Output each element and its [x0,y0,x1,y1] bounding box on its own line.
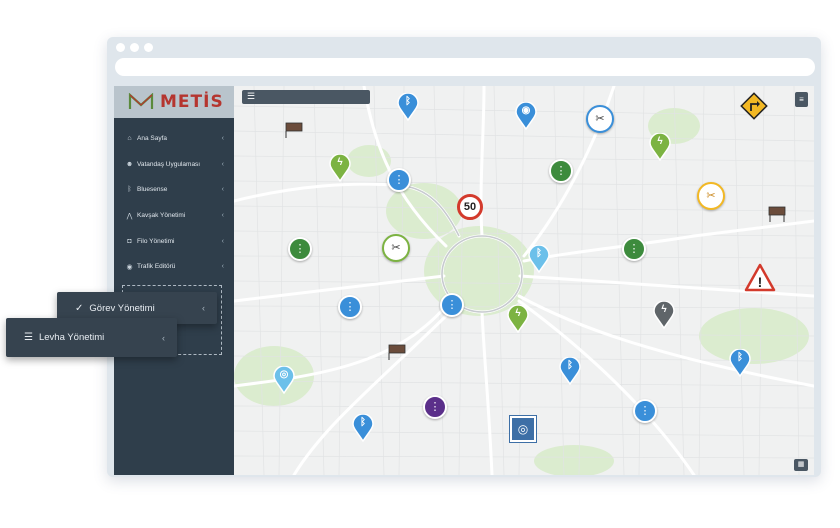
traffic-light-marker[interactable]: ⋮ [423,395,447,419]
bluetooth-marker[interactable]: ᛒ [528,245,550,273]
chevron-left-icon: ‹ [162,332,165,343]
camera-marker[interactable]: ◎ [509,415,537,443]
lightning-bolt-icon: ϟ [657,136,663,147]
traffic-light-marker[interactable]: ⋮ [633,399,657,423]
road-icon: ⋀ [126,212,133,220]
traffic-light-marker[interactable]: ⋮ [622,237,646,261]
sidebar: METİS ⌂ Ana Sayfa ‹ ☻ Vatandaş Uygulamas… [114,86,234,475]
traffic-editor-icon: ◉ [126,263,133,271]
chevron-left-icon: ‹ [202,303,205,313]
sidebar-item-bluesense[interactable]: ᛒ Bluesense ‹ [114,177,234,203]
layers-button[interactable]: ≡ [795,92,808,107]
charging-marker[interactable]: ϟ [329,154,351,182]
hamburger-menu-icon: ☰ [247,91,256,101]
chevron-left-icon: ‹ [221,263,224,271]
billboard-icon[interactable] [767,206,787,222]
check-circle-icon: ✓ [75,302,84,314]
sidebar-item-filo[interactable]: ◘ Filo Yönetimi ‹ [114,228,234,254]
sidebar-item-kavsak[interactable]: ⋀ Kavşak Yönetimi ‹ [114,203,234,229]
list-icon: ☰ [24,332,33,343]
bluetooth-icon: ᛒ [737,352,743,363]
sidebar-item-label: Kavşak Yönetimi [137,212,186,220]
home-icon: ⌂ [127,135,132,143]
warning-sign-icon[interactable]: ! [744,263,776,292]
billboard-icon[interactable] [284,122,304,138]
charging-marker[interactable]: ϟ [507,305,529,333]
eye-icon: ◉ [521,105,531,116]
window-dot[interactable] [144,43,153,52]
sidebar-item-ana-sayfa[interactable]: ⌂ Ana Sayfa ‹ [114,126,234,152]
traffic-light-marker[interactable]: ⋮ [338,295,362,319]
menu-item-levha-yonetimi[interactable]: ☰ Levha Yönetimi ‹ [6,318,177,357]
sidebar-menu: ⌂ Ana Sayfa ‹ ☻ Vatandaş Uygulaması ‹ ᛒ … [114,126,234,280]
traffic-light-marker[interactable]: ⋮ [549,159,573,183]
sidebar-item-trafik-editoru[interactable]: ◉ Trafik Editörü ‹ [114,254,234,280]
cctv-marker[interactable]: ◎ [273,366,295,394]
bluetooth-icon: ᛒ [567,360,573,371]
bluetooth-marker[interactable]: ᛒ [559,357,581,385]
bluetooth-icon: ᛒ [360,417,366,428]
roadwork-marker[interactable]: ✂ [382,234,410,262]
camera-view-marker[interactable]: ◉ [515,102,537,130]
sidebar-item-label: Bluesense [137,186,168,194]
map-grid-button[interactable]: ▦ [794,459,808,471]
menu-item-label: Görev Yönetimi [89,302,155,314]
chevron-left-icon: ‹ [221,212,224,220]
window-dot[interactable] [116,43,125,52]
speed-limit-sign[interactable]: 50 [457,194,483,220]
bluetooth-icon: ᛒ [127,186,132,194]
billboard-icon[interactable] [387,344,407,360]
metis-logo-icon [128,93,154,109]
map-menu-button[interactable]: ☰ [242,90,370,104]
traffic-light-marker[interactable]: ⋮ [288,237,312,261]
roadwork-marker[interactable]: ✂ [586,105,614,133]
traffic-light-marker[interactable]: ⋮ [387,168,411,192]
turn-sign-icon[interactable] [739,91,769,121]
sidebar-item-label: Trafik Editörü [137,263,176,271]
sidebar-item-label: Filo Yönetimi [137,237,175,245]
bluetooth-icon: ᛒ [405,96,411,107]
chevron-left-icon: ‹ [221,160,224,168]
window-controls [116,43,153,52]
menu-item-label: Levha Yönetimi [38,332,105,343]
logo-text: METİS [160,92,224,112]
chevron-left-icon: ‹ [221,186,224,194]
lightning-bolt-icon: ϟ [661,304,667,315]
sidebar-item-label: Ana Sayfa [137,135,167,143]
bluetooth-marker[interactable]: ᛒ [352,414,374,442]
users-icon: ☻ [125,160,134,168]
bluetooth-marker[interactable]: ᛒ [397,93,419,121]
charging-marker[interactable]: ϟ [653,301,675,329]
logo: METİS [114,86,234,118]
bluetooth-icon: ᛒ [536,248,542,259]
chevron-left-icon: ‹ [221,135,224,143]
lightning-bolt-icon: ϟ [337,157,343,168]
sidebar-item-vatandas[interactable]: ☻ Vatandaş Uygulaması ‹ [114,152,234,178]
address-bar[interactable] [115,58,815,76]
bluetooth-marker[interactable]: ᛒ [729,349,751,377]
sidebar-item-label: Vatandaş Uygulaması [137,160,201,168]
lightning-bolt-icon: ϟ [515,308,521,319]
roadwork-marker[interactable]: ✂ [697,182,725,210]
warning-glyph: ! [758,274,763,290]
car-icon: ◘ [127,237,132,245]
traffic-light-marker[interactable]: ⋮ [440,293,464,317]
chevron-left-icon: ‹ [221,237,224,245]
cctv-icon: ◎ [279,369,289,380]
charging-marker[interactable]: ϟ [649,133,671,161]
map-view[interactable]: ☰ ≡ ▦ ᛒ ᛒ ᛒ ᛒ ᛒ ◉ ϟ ϟ ϟ ϟ ✂ ✂ ✂ ⋮ ⋮ ⋮ ⋮ … [234,86,814,475]
window-dot[interactable] [130,43,139,52]
